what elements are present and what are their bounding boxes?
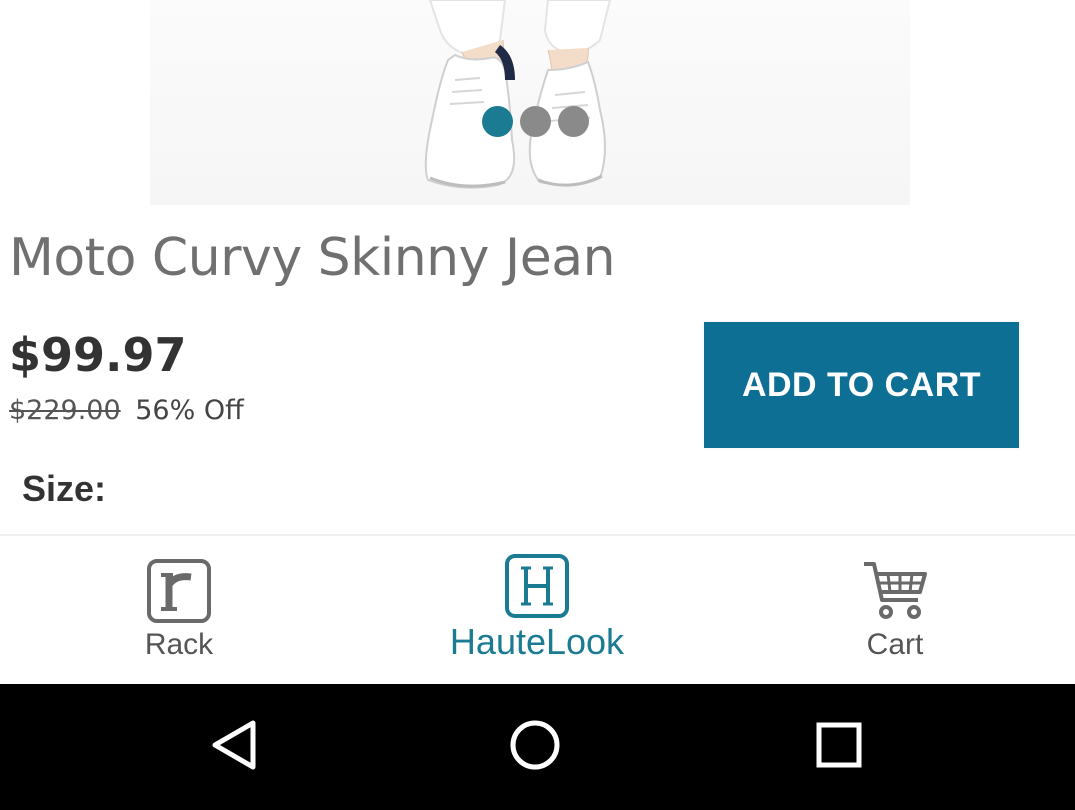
system-nav-bar [0, 684, 1075, 810]
price-row: $229.00 56% Off [9, 395, 244, 426]
recents-button[interactable] [759, 684, 919, 810]
bottom-tab-bar: Rack HauteLook Cart [0, 534, 1075, 684]
add-to-cart-button[interactable]: ADD TO CART [704, 322, 1019, 448]
tab-cart[interactable]: Cart [716, 536, 1074, 684]
tab-hautelook-label: HauteLook [449, 621, 625, 662]
carousel-dot-3[interactable] [558, 106, 589, 137]
carousel-dot-1[interactable] [482, 106, 513, 137]
carousel-dots [482, 106, 589, 137]
home-icon [508, 718, 562, 777]
tab-hautelook[interactable]: HauteLook [358, 536, 716, 684]
recents-icon [815, 721, 863, 774]
home-button[interactable] [455, 684, 615, 810]
product-image[interactable] [0, 0, 1075, 205]
product-title: Moto Curvy Skinny Jean [9, 228, 616, 288]
back-icon [209, 719, 259, 776]
cart-icon [862, 560, 928, 627]
sale-price: $99.97 [9, 328, 187, 382]
carousel-dot-2[interactable] [520, 106, 551, 137]
shoes-photo [424, 0, 612, 189]
tab-rack[interactable]: Rack [0, 536, 358, 684]
original-price: $229.00 [9, 395, 121, 426]
hautelook-h-icon [505, 554, 569, 623]
tab-rack-label: Rack [144, 628, 214, 661]
back-button[interactable] [154, 684, 314, 810]
rack-r-icon [147, 559, 211, 628]
size-label: Size: [22, 468, 107, 509]
tab-cart-label: Cart [866, 628, 924, 661]
discount-badge: 56% Off [135, 395, 244, 426]
